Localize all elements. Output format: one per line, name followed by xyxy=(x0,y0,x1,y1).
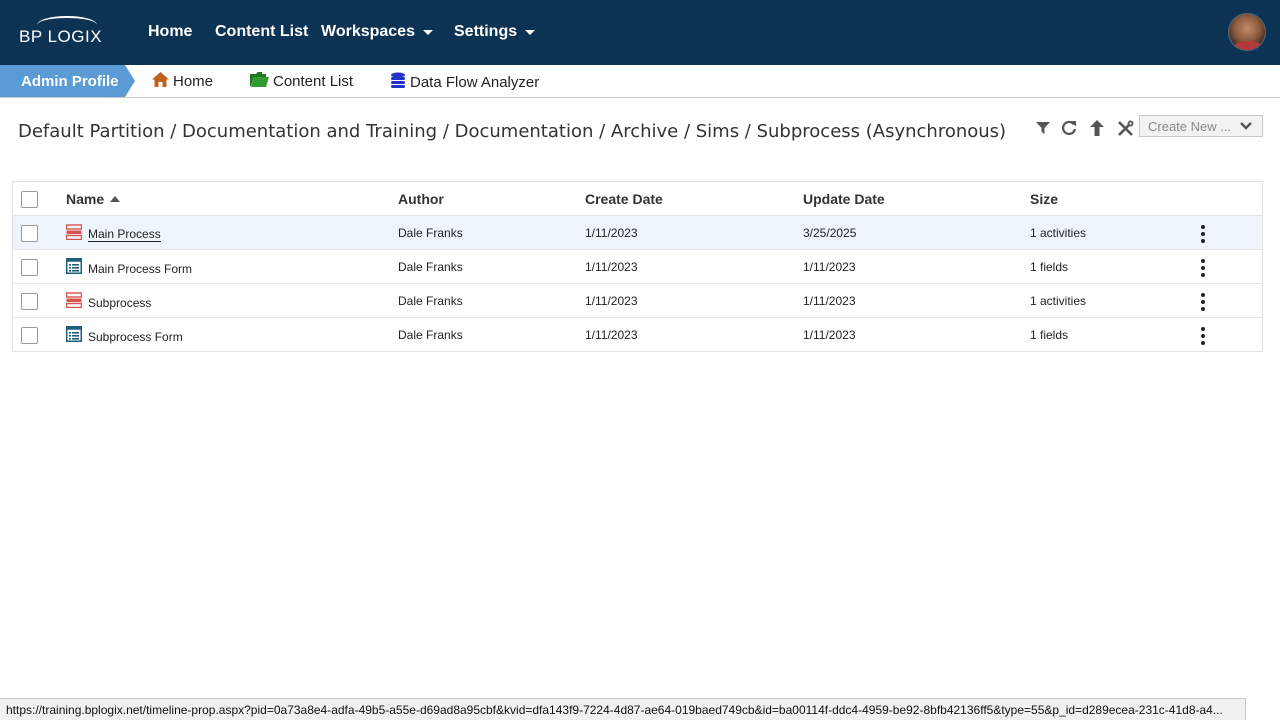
refresh-icon[interactable] xyxy=(1059,118,1079,138)
sort-ascending-icon xyxy=(110,196,121,202)
user-avatar[interactable] xyxy=(1228,13,1266,51)
column-header-create-date-label: Create Date xyxy=(585,191,663,207)
house-icon xyxy=(152,72,169,91)
row-checkbox[interactable] xyxy=(21,225,38,242)
create-new-label: Create New ... xyxy=(1148,118,1232,134)
row-size: 1 fields xyxy=(1030,328,1069,342)
row-update-date: 1/11/2023 xyxy=(803,328,856,342)
breadcrumb[interactable]: Default Partition / Documentation and Tr… xyxy=(18,121,1006,142)
content-table: Name Author Create Date Update Date Size… xyxy=(12,181,1263,352)
shortcut-home-label: Home xyxy=(173,73,214,90)
column-header-name-label: Name xyxy=(66,191,105,207)
select-all-checkbox[interactable] xyxy=(21,191,38,208)
row-checkbox[interactable] xyxy=(21,327,38,344)
column-header-create-date[interactable]: Create Date xyxy=(585,191,663,207)
tools-icon[interactable] xyxy=(1115,118,1135,138)
row-more-options-icon[interactable] xyxy=(1198,259,1208,277)
process-icon xyxy=(65,224,83,245)
column-header-author[interactable]: Author xyxy=(398,191,444,207)
row-name-link[interactable]: Subprocess xyxy=(65,292,152,313)
chevron-down-icon xyxy=(1240,120,1252,135)
profile-tab-arrow xyxy=(125,65,135,97)
nav-home[interactable]: Home xyxy=(148,23,192,41)
row-size: 1 activities xyxy=(1030,294,1087,308)
row-more-options-icon[interactable] xyxy=(1198,293,1208,311)
database-icon xyxy=(390,72,406,92)
row-create-date: 1/11/2023 xyxy=(585,328,638,342)
row-create-date: 1/11/2023 xyxy=(585,226,638,240)
nav-settings[interactable]: Settings xyxy=(454,23,536,41)
row-name-link[interactable]: Main Process xyxy=(65,224,161,245)
nav-content-list-label: Content List xyxy=(215,23,309,40)
row-name-label: Subprocess Form xyxy=(88,329,183,344)
table-row[interactable]: Subprocess Dale Franks 1/11/2023 1/11/20… xyxy=(13,284,1262,318)
row-size: 1 activities xyxy=(1030,226,1087,240)
avatar-shirt xyxy=(1233,41,1263,50)
top-navigation-bar: BP LOGIX Home Content List Workspaces Se… xyxy=(0,0,1280,65)
folder-icon xyxy=(250,72,269,91)
nav-workspaces-label: Workspaces xyxy=(321,23,415,40)
row-checkbox[interactable] xyxy=(21,259,38,276)
row-create-date: 1/11/2023 xyxy=(585,260,638,274)
column-header-size-label: Size xyxy=(1030,191,1059,207)
row-name-link[interactable]: Subprocess Form xyxy=(66,326,183,347)
row-name-label: Main Process Form xyxy=(88,261,193,276)
shortcut-content-list-label: Content List xyxy=(273,73,354,90)
row-update-date: 1/11/2023 xyxy=(803,294,856,308)
column-header-author-label: Author xyxy=(398,191,444,207)
column-header-update-date[interactable]: Update Date xyxy=(803,191,885,207)
row-update-date: 1/11/2023 xyxy=(803,260,856,274)
caret-down-icon xyxy=(525,29,536,35)
column-header-name[interactable]: Name xyxy=(66,191,121,207)
row-author: Dale Franks xyxy=(398,328,463,342)
row-size: 1 fields xyxy=(1030,260,1069,274)
shortcut-data-flow-analyzer[interactable]: Data Flow Analyzer xyxy=(390,72,539,92)
table-row[interactable]: Main Process Dale Franks 1/11/2023 3/25/… xyxy=(13,216,1262,250)
nav-settings-label: Settings xyxy=(454,23,518,40)
nav-home-label: Home xyxy=(148,23,193,40)
bplogix-logo[interactable]: BP LOGIX xyxy=(19,16,105,48)
column-header-size[interactable]: Size xyxy=(1030,191,1058,207)
nav-workspaces[interactable]: Workspaces xyxy=(321,23,433,41)
form-icon xyxy=(66,326,82,347)
row-author: Dale Franks xyxy=(398,294,463,308)
status-bar-url: https://training.bplogix.net/timeline-pr… xyxy=(0,698,1246,720)
shortcut-bar: Admin Profile Home Content List Data Flo… xyxy=(0,65,1280,98)
row-update-date: 3/25/2025 xyxy=(803,226,857,240)
row-name-label: Main Process xyxy=(88,227,161,242)
process-icon xyxy=(65,292,83,313)
row-name-link[interactable]: Main Process Form xyxy=(66,258,192,279)
row-more-options-icon[interactable] xyxy=(1198,327,1208,345)
row-create-date: 1/11/2023 xyxy=(585,294,638,308)
row-more-options-icon[interactable] xyxy=(1198,225,1208,243)
shortcut-home[interactable]: Home xyxy=(152,72,213,91)
table-row[interactable]: Subprocess Form Dale Franks 1/11/2023 1/… xyxy=(13,318,1262,352)
nav-content-list[interactable]: Content List xyxy=(215,23,308,41)
logo-text: BP LOGIX xyxy=(19,27,103,46)
up-arrow-icon[interactable] xyxy=(1087,118,1107,138)
create-new-dropdown[interactable]: Create New ... xyxy=(1139,115,1263,137)
row-author: Dale Franks xyxy=(398,260,463,274)
column-header-update-date-label: Update Date xyxy=(803,191,885,207)
table-header: Name Author Create Date Update Date Size xyxy=(13,182,1262,216)
admin-profile-tab[interactable]: Admin Profile xyxy=(0,65,125,97)
row-author: Dale Franks xyxy=(398,226,463,240)
filter-icon[interactable] xyxy=(1033,118,1053,138)
shortcut-content-list[interactable]: Content List xyxy=(250,72,353,91)
admin-profile-label: Admin Profile xyxy=(21,72,119,90)
row-name-label: Subprocess xyxy=(88,295,152,310)
shortcut-data-flow-analyzer-label: Data Flow Analyzer xyxy=(410,73,540,91)
caret-down-icon xyxy=(422,29,433,35)
form-icon xyxy=(66,258,82,279)
row-checkbox[interactable] xyxy=(21,293,38,310)
table-row[interactable]: Main Process Form Dale Franks 1/11/2023 … xyxy=(13,250,1262,284)
